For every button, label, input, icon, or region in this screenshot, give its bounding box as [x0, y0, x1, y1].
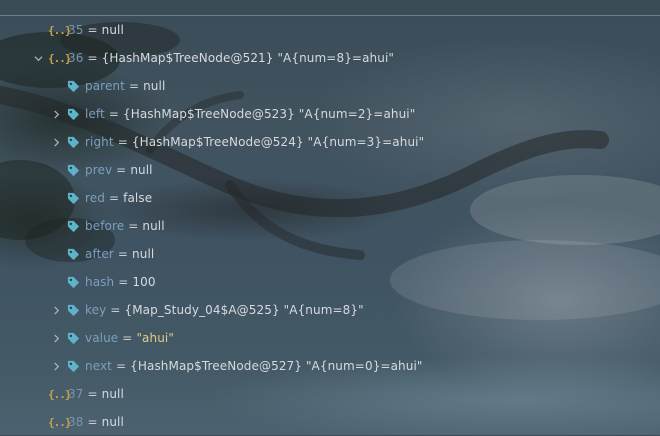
variable-value: null — [101, 415, 124, 429]
field-value: {Map_Study_04$A@525} "A{num=8}" — [124, 303, 364, 317]
field-name: hash — [85, 275, 115, 289]
field-name: left — [85, 107, 105, 121]
field-value: null — [132, 247, 155, 261]
variable-value: null — [101, 387, 124, 401]
field-tag-icon — [67, 163, 80, 177]
variable-name: 36 — [68, 51, 84, 65]
equals-sign: = — [110, 303, 121, 317]
field-value: {HashMap$TreeNode@527} "A{num=0}=ahui" — [130, 359, 423, 373]
tree-row-field-prev[interactable]: prev = null — [0, 156, 660, 184]
tree-row-field-right[interactable]: right = {HashMap$TreeNode@524} "A{num=3}… — [0, 128, 660, 156]
field-tag-icon — [67, 191, 80, 205]
field-tag-icon — [67, 303, 80, 317]
field-value: null — [143, 79, 166, 93]
equals-sign: = — [87, 23, 98, 37]
field-value: 100 — [132, 275, 156, 289]
tree-row-field-red[interactable]: red = false — [0, 184, 660, 212]
chevron-down-icon[interactable] — [32, 52, 44, 64]
field-name: key — [85, 303, 107, 317]
equals-sign: = — [128, 79, 140, 93]
field-tag-icon — [67, 107, 80, 121]
variable-value: {HashMap$TreeNode@521} "A{num=8}=ahui" — [101, 51, 395, 65]
field-value: null — [130, 163, 153, 177]
field-name: next — [85, 359, 112, 373]
tree-row-index-38[interactable]: {..} 38 = null — [0, 408, 660, 436]
field-name: right — [85, 135, 114, 149]
variable-name: 37 — [68, 387, 84, 401]
field-value: null — [142, 219, 165, 233]
tree-row-index-37[interactable]: {..} 37 = null — [0, 380, 660, 408]
equals-sign: = — [87, 387, 98, 401]
field-tag-icon — [67, 79, 80, 93]
tree-row-field-parent[interactable]: parent = null — [0, 72, 660, 100]
tree-row-field-hash[interactable]: hash = 100 — [0, 268, 660, 296]
field-name: value — [85, 331, 119, 345]
field-name: parent — [85, 79, 125, 93]
equals-sign: = — [108, 191, 120, 205]
equals-sign: = — [122, 331, 133, 345]
tree-row-field-before[interactable]: before = null — [0, 212, 660, 240]
equals-sign: = — [87, 415, 98, 429]
tree-row-field-after[interactable]: after = null — [0, 240, 660, 268]
equals-sign: = — [118, 275, 129, 289]
tree-row-field-next[interactable]: next = {HashMap$TreeNode@527} "A{num=0}=… — [0, 352, 660, 380]
chevron-right-icon[interactable] — [50, 332, 62, 344]
tree-row-index-36[interactable]: {..} 36 = {HashMap$TreeNode@521} "A{num=… — [0, 44, 660, 72]
chevron-right-icon[interactable] — [50, 360, 62, 372]
chevron-right-icon[interactable] — [50, 304, 62, 316]
field-value: {HashMap$TreeNode@524} "A{num=3}=ahui" — [131, 135, 425, 149]
field-tag-icon — [67, 135, 80, 149]
field-value: {HashMap$TreeNode@523} "A{num=2}=ahui" — [123, 107, 416, 121]
equals-sign: = — [128, 219, 139, 233]
tree-row-index-35[interactable]: {..} 35 = null — [0, 16, 660, 44]
equals-sign: = — [117, 247, 129, 261]
equals-sign: = — [117, 135, 128, 149]
field-value: false — [123, 191, 153, 205]
field-name: red — [85, 191, 105, 205]
equals-sign: = — [108, 107, 119, 121]
tree-row-field-value[interactable]: value = "ahui" — [0, 324, 660, 352]
field-tag-icon — [67, 219, 80, 233]
field-tag-icon — [67, 331, 80, 345]
tree-row-field-left[interactable]: left = {HashMap$TreeNode@523} "A{num=2}=… — [0, 100, 660, 128]
field-name: after — [85, 247, 114, 261]
variable-name: 38 — [68, 415, 84, 429]
field-name: prev — [85, 163, 113, 177]
variable-value: null — [101, 23, 124, 37]
string-value: "ahui" — [136, 331, 174, 345]
chevron-right-icon[interactable] — [50, 108, 62, 120]
equals-sign: = — [116, 163, 127, 177]
field-tag-icon — [67, 359, 80, 373]
tree-row-field-key[interactable]: key = {Map_Study_04$A@525} "A{num=8}" — [0, 296, 660, 324]
equals-sign: = — [115, 359, 127, 373]
variable-name: 35 — [68, 23, 84, 37]
field-name: before — [85, 219, 125, 233]
equals-sign: = — [87, 51, 98, 65]
chevron-right-icon[interactable] — [50, 136, 62, 148]
field-tag-icon — [67, 275, 80, 289]
field-tag-icon — [67, 247, 80, 261]
